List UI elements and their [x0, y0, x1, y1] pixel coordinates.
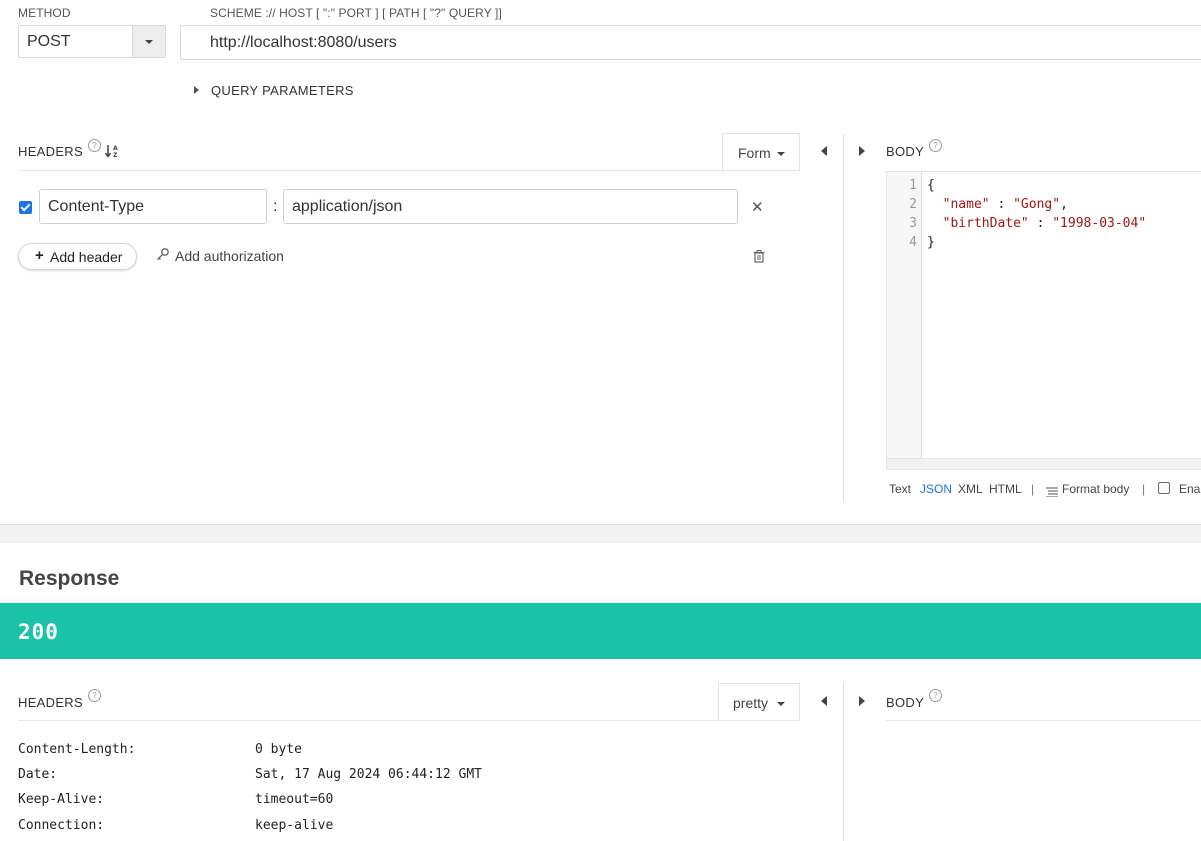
collapse-left-icon[interactable] [821, 696, 827, 706]
chevron-down-icon [777, 702, 785, 706]
help-icon[interactable]: ? [88, 139, 101, 152]
divider [18, 720, 800, 721]
collapse-right-icon[interactable] [859, 696, 865, 706]
help-icon[interactable]: ? [929, 139, 942, 152]
format-text[interactable]: Text [889, 482, 911, 496]
divider [886, 720, 1201, 721]
code-line: { [927, 178, 935, 193]
code-text: { [927, 178, 935, 193]
header-value-value: application/json [292, 198, 403, 215]
svg-text:Z: Z [113, 152, 118, 159]
divider [18, 170, 800, 171]
trash-icon[interactable] [753, 250, 765, 268]
panel-divider[interactable] [843, 133, 844, 501]
headers-mode-label: Form [738, 145, 771, 161]
horizontal-scrollbar[interactable] [887, 458, 1201, 469]
format-body-icon [1046, 484, 1058, 502]
enable-checkbox[interactable] [1158, 482, 1170, 494]
add-header-label: Add header [50, 249, 123, 265]
json-key: "name" [942, 197, 990, 212]
format-json[interactable]: JSON [920, 482, 952, 496]
headers-mode-dropdown[interactable]: Form [722, 133, 800, 171]
chevron-down-icon[interactable] [132, 26, 165, 57]
sort-icon[interactable]: A Z [104, 143, 121, 162]
line-number: 2 [909, 197, 917, 212]
svg-text:A: A [113, 145, 118, 152]
section-divider [0, 524, 1201, 543]
help-icon[interactable]: ? [929, 689, 942, 702]
json-value: "Gong" [1013, 197, 1061, 212]
response-header-value: Sat, 17 Aug 2024 06:44:12 GMT [255, 767, 482, 782]
line-number: 1 [909, 178, 917, 193]
line-gutter: 1 2 3 4 [887, 172, 922, 459]
response-headers-mode-dropdown[interactable]: pretty [718, 683, 800, 721]
separator: | [1142, 482, 1146, 496]
format-body-button[interactable]: Format body [1062, 482, 1129, 496]
code-line: "birthDate" : "1998-03-04" [927, 216, 1147, 231]
header-value-field[interactable]: application/json [283, 189, 738, 224]
request-body-title: BODY [886, 144, 925, 159]
close-icon[interactable]: ✕ [751, 198, 764, 216]
response-header-name: Keep-Alive: [18, 792, 105, 807]
url-input[interactable]: http://localhost:8080/users [180, 25, 1201, 60]
header-name-value: Content-Type [48, 198, 145, 215]
plus-icon: + [35, 247, 44, 264]
key-icon [156, 247, 170, 266]
format-html[interactable]: HTML [989, 482, 1022, 496]
chevron-down-icon [777, 152, 785, 156]
code-text: } [927, 235, 935, 250]
panel-divider[interactable] [843, 683, 844, 841]
line-number: 3 [909, 216, 917, 231]
enable-label: Enal [1179, 482, 1201, 496]
format-xml[interactable]: XML [958, 482, 983, 496]
query-parameters-toggle[interactable]: QUERY PARAMETERS [211, 83, 354, 98]
json-key: "birthDate" [942, 216, 1029, 231]
code-line: } [927, 235, 935, 250]
help-icon[interactable]: ? [88, 689, 101, 702]
status-bar: 200 [0, 603, 1201, 659]
json-sep: : [989, 197, 1014, 212]
response-header-name: Date: [18, 767, 58, 782]
body-editor[interactable]: 1 2 3 4 { "name" : "Gong", "birthDate" :… [886, 171, 1201, 470]
collapse-right-icon[interactable] [859, 146, 865, 156]
json-sep: : [1028, 216, 1053, 231]
response-title: Response [19, 567, 120, 590]
line-number: 4 [909, 235, 917, 250]
header-enabled-checkbox[interactable] [19, 201, 32, 214]
method-select[interactable]: POST [18, 25, 166, 58]
response-header-name: Connection: [18, 818, 105, 833]
response-header-value: timeout=60 [255, 792, 334, 807]
response-header-name: Content-Length: [18, 742, 136, 757]
header-separator: : [273, 198, 278, 215]
header-name-field[interactable]: Content-Type [39, 189, 267, 224]
response-header-value: 0 byte [255, 742, 302, 757]
status-code: 200 [18, 620, 59, 644]
method-label: METHOD [18, 6, 71, 20]
add-authorization-link[interactable]: Add authorization [175, 248, 284, 264]
json-trail: , [1060, 197, 1068, 212]
request-headers-title: HEADERS [18, 144, 83, 159]
url-value: http://localhost:8080/users [210, 34, 397, 51]
expand-arrow-icon[interactable] [194, 86, 199, 94]
collapse-left-icon[interactable] [821, 146, 827, 156]
json-value: "1998-03-04" [1052, 216, 1147, 231]
url-format-label: SCHEME :// HOST [ ":" PORT ] [ PATH [ "?… [210, 6, 502, 20]
add-header-button[interactable]: + Add header [18, 243, 137, 270]
separator: | [1031, 482, 1035, 496]
response-header-value: keep-alive [255, 818, 334, 833]
response-body-title: BODY [886, 695, 925, 710]
response-headers-title: HEADERS [18, 695, 83, 710]
method-value: POST [27, 33, 71, 50]
code-line: "name" : "Gong", [927, 197, 1068, 212]
response-headers-mode-label: pretty [733, 695, 769, 711]
